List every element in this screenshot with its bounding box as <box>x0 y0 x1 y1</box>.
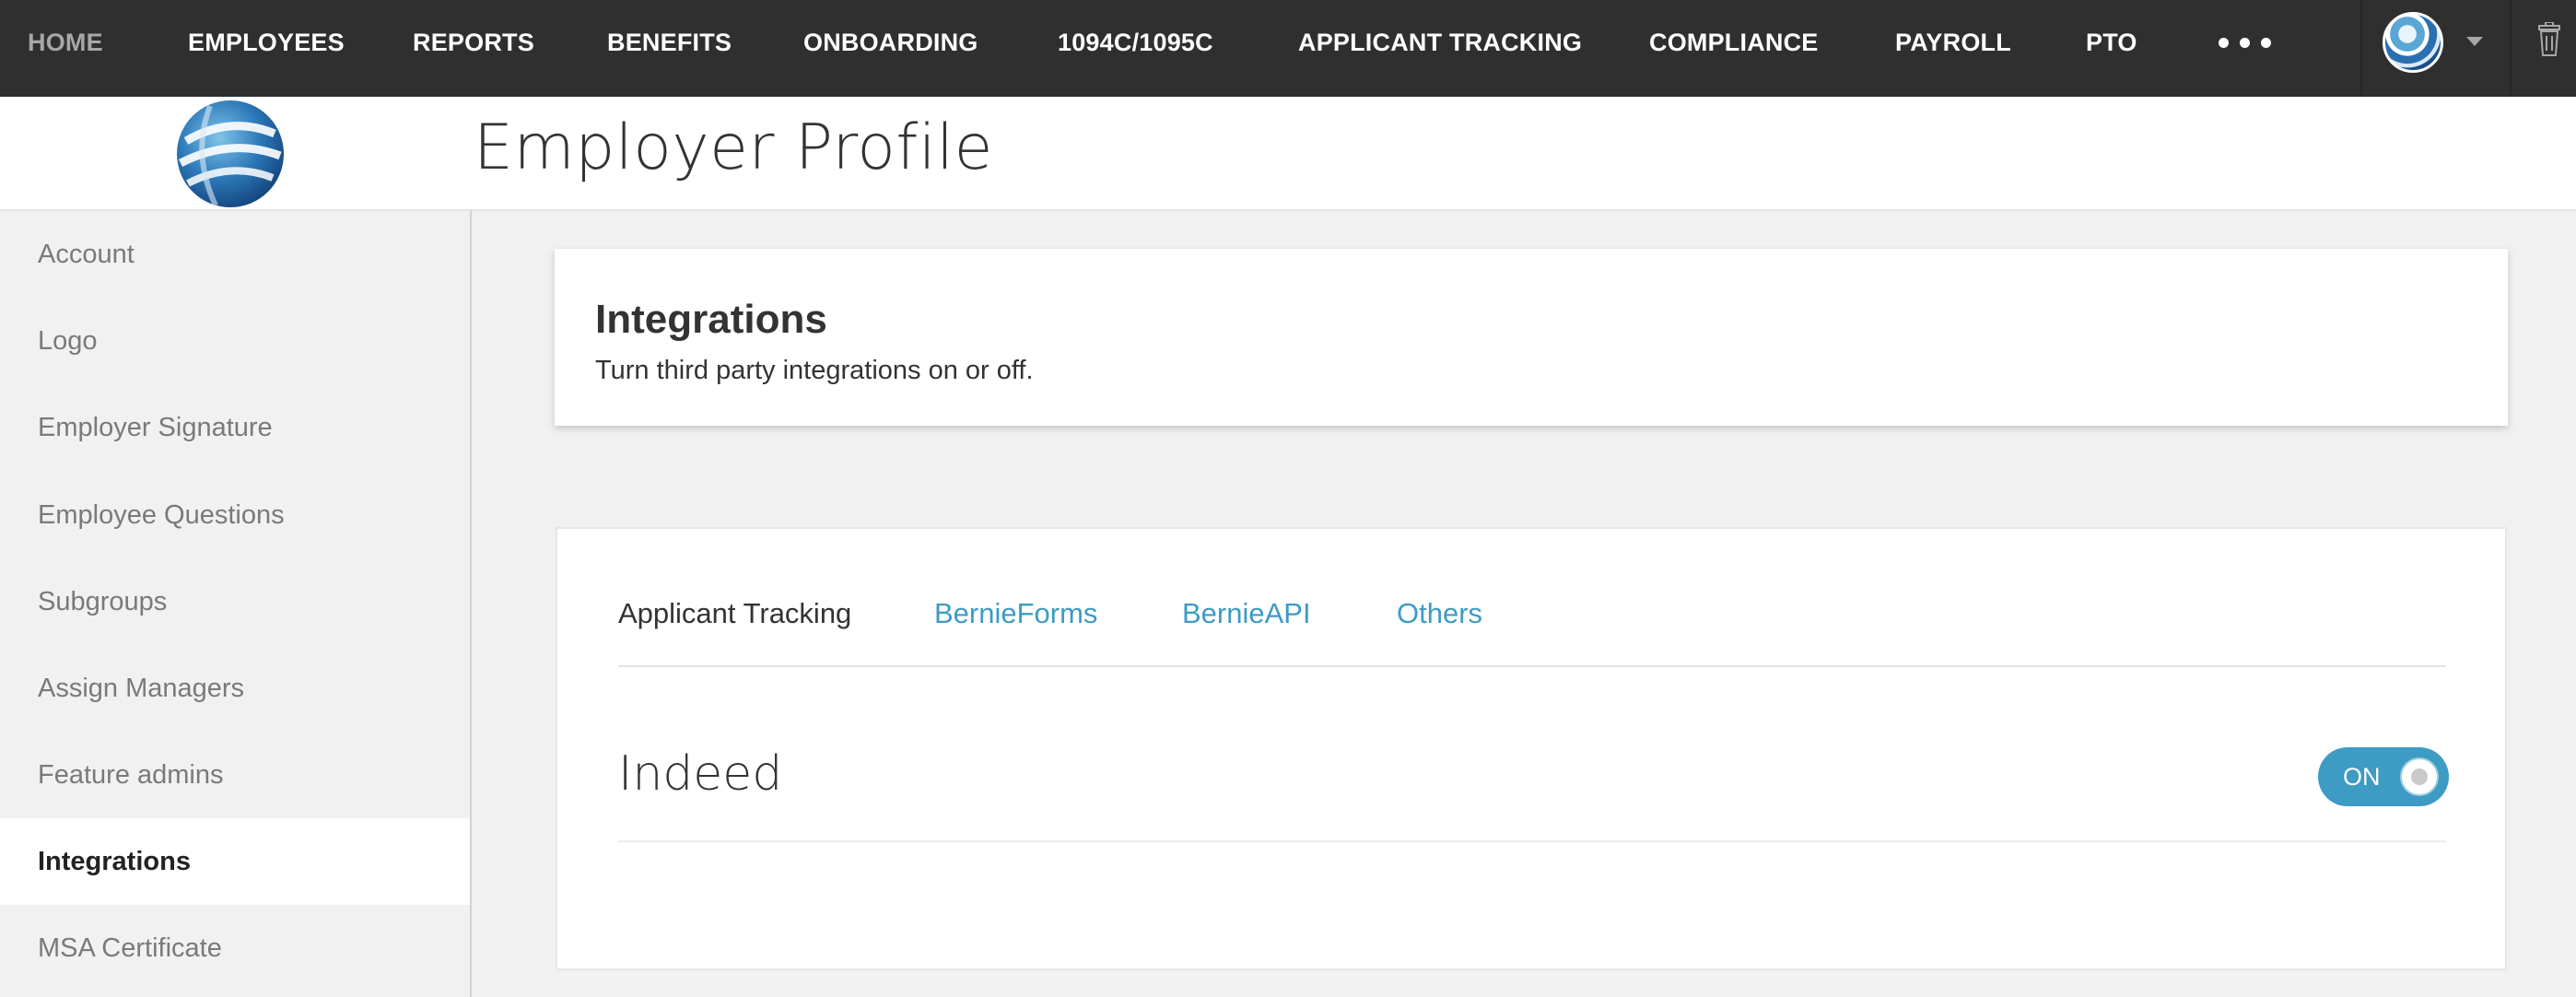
section-subtitle: Turn third party integrations on or off. <box>595 356 1034 385</box>
tab-others[interactable]: Others <box>1397 597 1482 630</box>
account-avatar-icon[interactable] <box>2383 12 2443 73</box>
trash-icon[interactable] <box>2535 22 2563 59</box>
nav-home[interactable]: HOME <box>28 0 103 85</box>
integration-toggle[interactable]: ON <box>2318 747 2449 806</box>
page-header: Employer Profile <box>0 97 2576 211</box>
globe-logo-icon <box>177 100 284 207</box>
nav-compliance[interactable]: COMPLIANCE <box>1649 0 1819 85</box>
sidebar-item-integrations[interactable]: Integrations <box>0 818 470 905</box>
nav-onboarding[interactable]: ONBOARDING <box>803 0 978 85</box>
toggle-knob <box>2400 757 2439 796</box>
page-title: Employer Profile <box>474 111 993 184</box>
sidebar: Account Logo Employer Signature Employee… <box>0 211 472 997</box>
toggle-label: ON <box>2343 763 2381 791</box>
sidebar-item-assign-managers[interactable]: Assign Managers <box>0 645 470 732</box>
top-nav: HOME EMPLOYEES REPORTS BENEFITS ONBOARDI… <box>0 0 2576 97</box>
sidebar-item-logo[interactable]: Logo <box>0 298 470 384</box>
nav-reports[interactable]: REPORTS <box>413 0 534 85</box>
nav-1094c-1095c[interactable]: 1094C/1095C <box>1058 0 1213 85</box>
integrations-intro-card: Integrations Turn third party integratio… <box>555 249 2508 426</box>
nav-employees[interactable]: EMPLOYEES <box>188 0 345 85</box>
sidebar-item-employee-questions[interactable]: Employee Questions <box>0 472 470 558</box>
tab-bernieapi[interactable]: BernieAPI <box>1182 597 1311 630</box>
ellipsis-dot <box>2219 37 2229 48</box>
ellipsis-dot <box>2240 37 2250 48</box>
more-menu-icon[interactable] <box>2219 0 2271 85</box>
sidebar-item-msa-certificate[interactable]: MSA Certificate <box>0 905 470 991</box>
ellipsis-dot <box>2261 37 2271 48</box>
row-divider <box>618 840 2446 842</box>
nav-divider <box>2510 0 2512 97</box>
nav-pto[interactable]: PTO <box>2086 0 2137 85</box>
sidebar-item-subgroups[interactable]: Subgroups <box>0 558 470 645</box>
nav-benefits[interactable]: BENEFITS <box>607 0 732 85</box>
nav-payroll[interactable]: PAYROLL <box>1895 0 2011 85</box>
sidebar-item-employer-signature[interactable]: Employer Signature <box>0 384 470 471</box>
tab-divider <box>618 665 2446 667</box>
nav-divider <box>2360 0 2362 97</box>
nav-applicant-tracking[interactable]: APPLICANT TRACKING <box>1298 0 1582 85</box>
section-title: Integrations <box>595 297 827 342</box>
caret-down-icon[interactable] <box>2466 37 2483 46</box>
tab-applicant-tracking[interactable]: Applicant Tracking <box>618 597 851 630</box>
sidebar-item-account[interactable]: Account <box>0 211 470 298</box>
integrations-tabs-card: Applicant Tracking BernieForms BernieAPI… <box>556 527 2507 970</box>
tab-bernieforms[interactable]: BernieForms <box>934 597 1097 630</box>
integration-name: Indeed <box>618 746 783 802</box>
sidebar-item-feature-admins[interactable]: Feature admins <box>0 732 470 818</box>
